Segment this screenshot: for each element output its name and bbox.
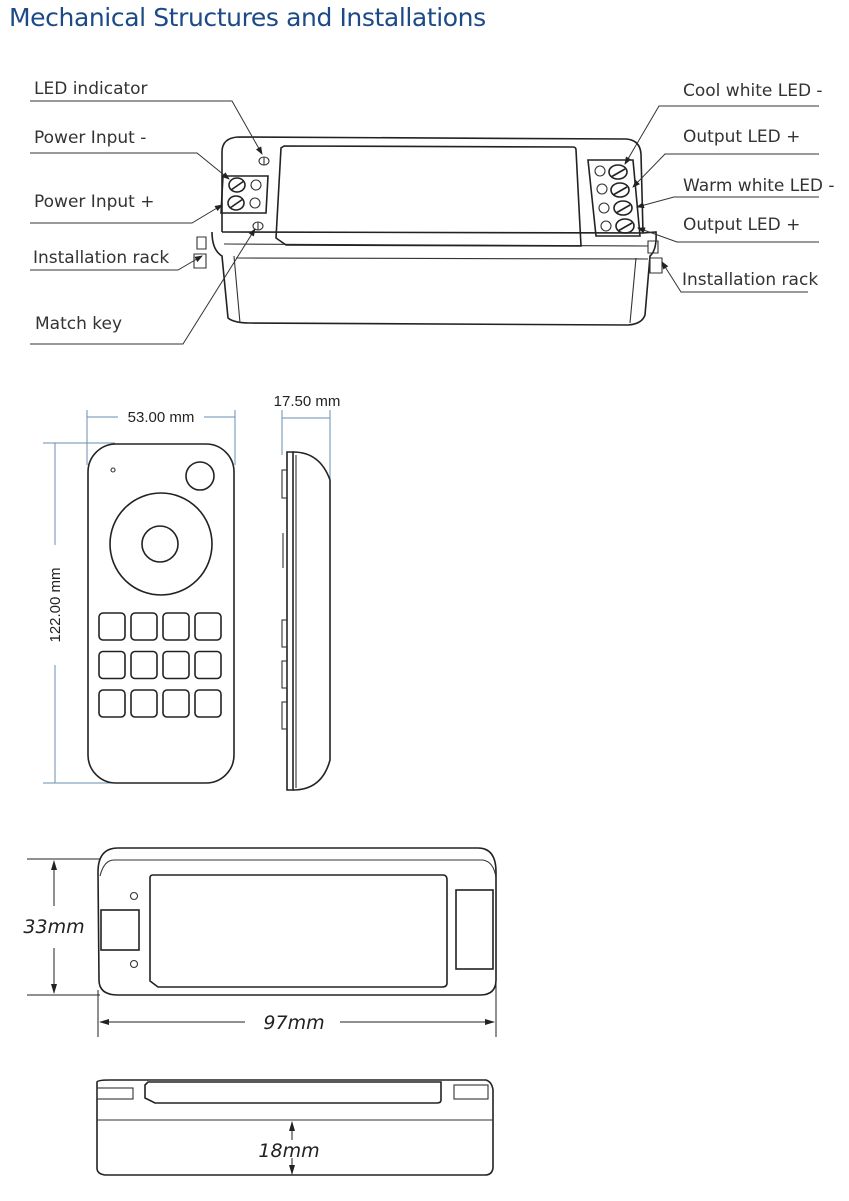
callout-label: Output LED + [683, 127, 800, 147]
led-indicator-hole [258, 156, 270, 166]
remote-key [194, 612, 222, 641]
remote-side-front-plate [286, 451, 294, 791]
controller-side-drawing: 18mm [96, 1079, 494, 1176]
callout-label: Warm white LED - [683, 176, 835, 196]
callout-cool-white-led-minus: Cool white LED - [624, 81, 823, 165]
terminal-screw [615, 218, 635, 234]
mechanical-diagram: LED indicator Power Input - Power Input … [23, 79, 835, 1176]
right-terminal-slot [455, 889, 494, 970]
controller-label-window [149, 874, 448, 988]
remote-key [162, 689, 190, 718]
callout-label: Installation rack [33, 248, 169, 268]
callout-label: LED indicator [34, 79, 148, 99]
remote-side-drawing: 17.50 mm [274, 393, 341, 791]
callout-output-led-plus-2: Output LED + [637, 215, 819, 243]
left-side-slot [96, 1087, 134, 1100]
callout-installation-rack-right: Installation rack [661, 261, 818, 293]
output-terminal-block [587, 159, 641, 237]
controller-top-outline [97, 847, 497, 996]
remote-key [130, 689, 158, 718]
controller-thickness-label: 18mm [258, 1140, 319, 1162]
terminal-screw [610, 182, 630, 198]
terminal-screw [228, 177, 246, 193]
remote-led-dot [110, 467, 116, 473]
power-input-terminal-block [220, 175, 269, 214]
remote-button-grid [98, 612, 222, 718]
remote-key [162, 612, 190, 641]
label-window [275, 145, 582, 247]
remote-height-label: 122.00 mm [47, 567, 64, 642]
callout-warm-white-led-minus: Warm white LED - [636, 176, 835, 209]
callout-label: Cool white LED - [683, 81, 823, 101]
callout-label: Power Input + [34, 192, 154, 212]
remote-depth-label: 17.50 mm [274, 393, 341, 410]
remote-key [98, 612, 126, 641]
leader-line [636, 196, 819, 209]
remote-key [194, 689, 222, 718]
left-installation-rack [196, 236, 207, 250]
terminal-screw [608, 164, 628, 180]
leader-line [30, 152, 230, 180]
remote-width-label: 53.00 mm [128, 409, 195, 426]
remote-side-back-shell [292, 451, 331, 791]
mounting-hole [129, 959, 139, 969]
callout-match-key: Match key [30, 228, 256, 345]
callout-label: Power Input - [34, 128, 146, 148]
controller-perspective-drawing: LED indicator Power Input - Power Input … [30, 79, 835, 345]
terminal-screw [227, 195, 245, 211]
controller-top-drawing: 33mm 97mm [23, 847, 497, 1037]
mounting-hole [129, 891, 139, 901]
terminal-screw [613, 200, 633, 216]
remote-key [98, 689, 126, 718]
callout-installation-rack-left: Installation rack [30, 248, 203, 271]
callout-label: Output LED + [683, 215, 800, 235]
remote-color-wheel [109, 492, 213, 596]
remote-front-drawing: 53.00 mm 122.00 mm [43, 409, 236, 784]
left-terminal-slot [100, 909, 140, 951]
controller-side-window [144, 1081, 442, 1104]
callout-label: Match key [35, 314, 122, 334]
remote-key [98, 650, 126, 680]
match-key-hole [252, 221, 264, 231]
remote-power-button [185, 461, 215, 491]
remote-key [162, 650, 190, 680]
remote-key [130, 650, 158, 680]
remote-key [194, 650, 222, 680]
controller-height-label: 33mm [23, 916, 84, 938]
remote-center-button [141, 525, 179, 563]
callout-power-input-minus: Power Input - [30, 128, 230, 180]
callout-power-input-plus: Power Input + [30, 192, 223, 224]
controller-width-label: 97mm [263, 1012, 324, 1034]
right-side-slot [453, 1084, 489, 1100]
remote-key [130, 612, 158, 641]
callout-label: Installation rack [682, 270, 818, 290]
